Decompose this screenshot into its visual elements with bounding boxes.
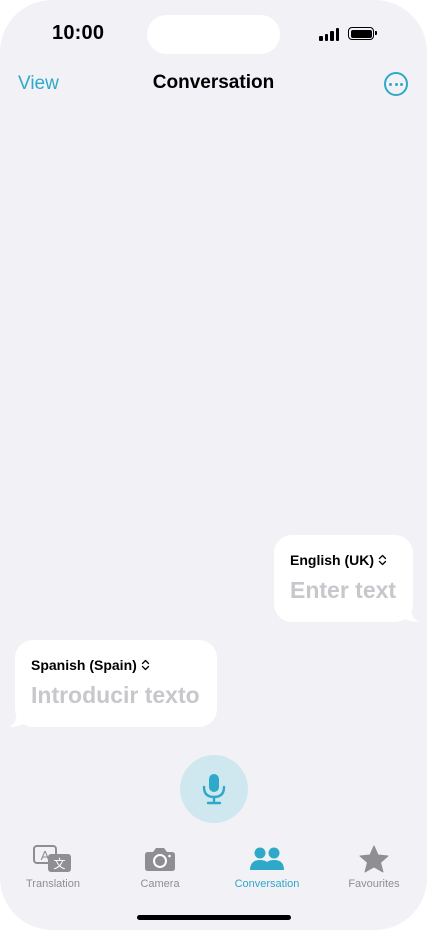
source-language-label: Spanish (Spain) — [31, 657, 137, 673]
camera-icon — [145, 848, 175, 871]
microphone-icon — [202, 774, 226, 805]
translate-icon: A 文 — [33, 845, 71, 872]
cellular-signal-icon — [319, 27, 341, 41]
svg-text:文: 文 — [53, 856, 65, 871]
battery-icon — [348, 27, 377, 40]
tab-translation[interactable]: A 文 Translation — [8, 844, 98, 890]
target-text-input[interactable]: Enter text — [290, 577, 397, 604]
ellipsis-circle-icon[interactable] — [384, 72, 408, 96]
source-language-selector[interactable]: Spanish (Spain) — [31, 657, 201, 673]
tab-label: Translation — [25, 878, 80, 890]
star-icon — [359, 845, 389, 873]
tab-favourites[interactable]: Favourites — [329, 844, 419, 890]
source-text-input[interactable]: Introducir texto — [31, 682, 201, 709]
chevron-up-down-icon — [141, 659, 149, 671]
chevron-up-down-icon — [378, 554, 387, 566]
target-language-bubble[interactable]: English (UK) Enter text — [274, 535, 419, 622]
tab-label: Favourites — [348, 878, 400, 890]
bubble-tail — [401, 606, 419, 622]
people-icon — [250, 847, 284, 870]
dynamic-island — [147, 15, 280, 54]
tab-conversation[interactable]: Conversation — [222, 844, 312, 890]
tab-label: Conversation — [234, 878, 300, 890]
phone-screen: 10:00 View Conversation English (UK) Ent… — [0, 0, 427, 930]
bubble-tail — [9, 711, 27, 727]
page-title: Conversation — [152, 72, 275, 93]
source-language-bubble[interactable]: Spanish (Spain) Introducir texto — [9, 640, 217, 727]
status-time: 10:00 — [52, 22, 105, 44]
tab-camera[interactable]: Camera — [115, 844, 205, 890]
microphone-button[interactable] — [180, 755, 248, 823]
target-language-label: English (UK) — [290, 552, 374, 568]
target-language-selector[interactable]: English (UK) — [290, 552, 397, 568]
home-indicator[interactable] — [137, 915, 291, 920]
tab-label: Camera — [140, 878, 180, 890]
